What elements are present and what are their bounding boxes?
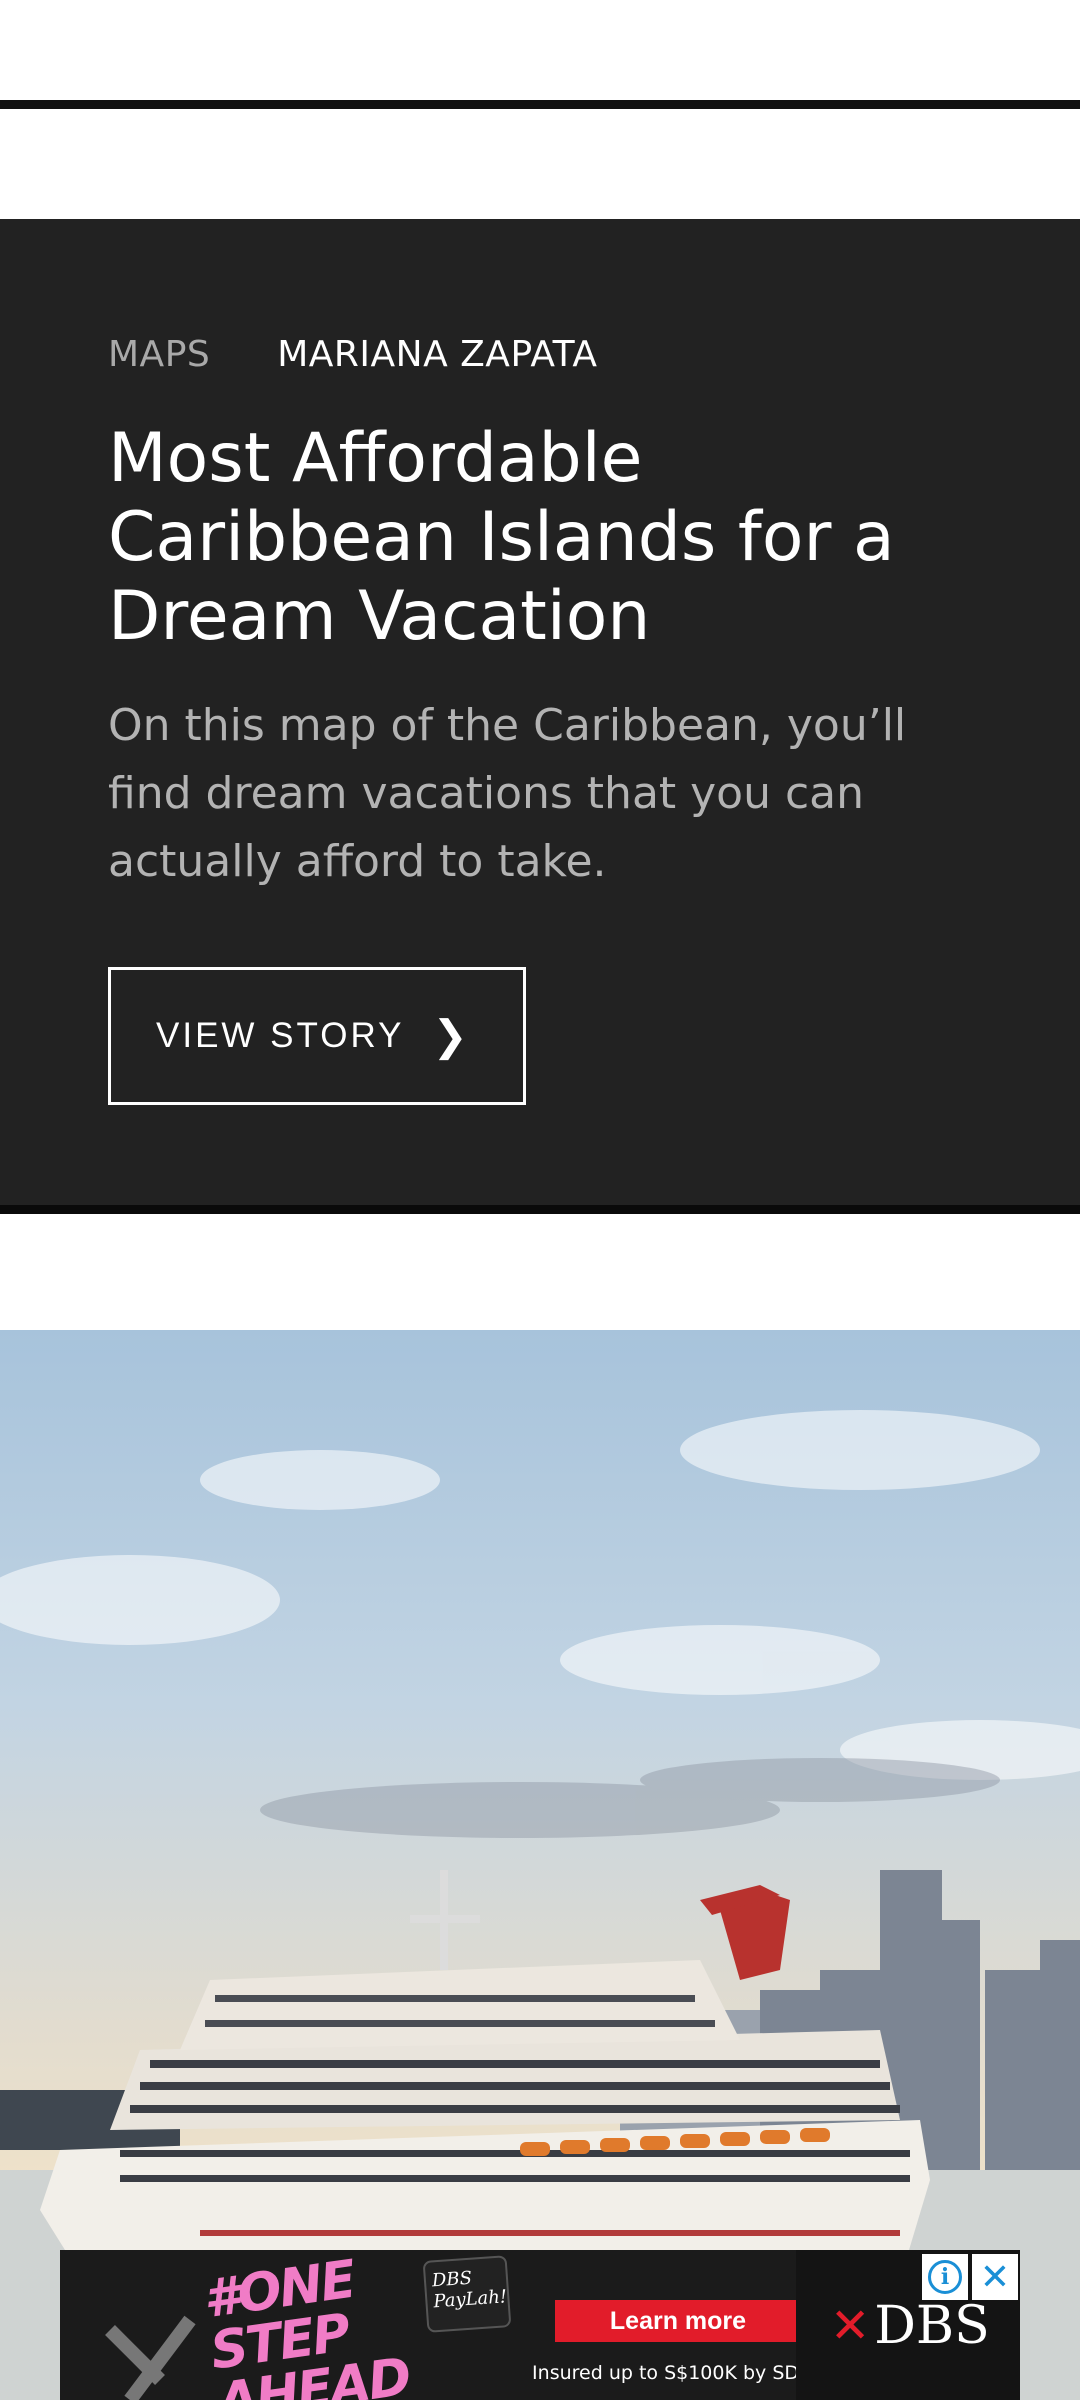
chevron-right-icon: ❯ bbox=[432, 1012, 471, 1059]
ad-slogan: #ONE STEP AHEAD bbox=[199, 2250, 414, 2400]
story-headline[interactable]: Most Affordable Caribbean Islands for a … bbox=[108, 419, 988, 656]
ad-x-graphic bbox=[105, 2315, 196, 2400]
story-dek: On this map of the Caribbean, you’ll fin… bbox=[108, 700, 907, 887]
info-icon[interactable]: i bbox=[922, 2254, 968, 2300]
view-story-label: VIEW STORY bbox=[156, 1016, 405, 1055]
learn-more-button[interactable]: Learn more bbox=[555, 2300, 801, 2342]
top-divider bbox=[0, 100, 1080, 109]
author-link[interactable]: MARIANA ZAPATA bbox=[277, 334, 597, 375]
cruise-ship-illustration bbox=[0, 1410, 1080, 2400]
ad-banner[interactable]: #ONE STEP AHEAD DBS PayLah! Learn more I… bbox=[60, 2250, 1020, 2400]
ad-paylah-tag: DBS PayLah! bbox=[422, 2255, 512, 2333]
ad-brand-logo: ✕ DBS bbox=[830, 2296, 990, 2356]
dbs-x-icon: ✕ bbox=[830, 2298, 871, 2354]
view-story-button[interactable]: VIEW STORY ❯ bbox=[108, 967, 526, 1105]
ad-brand-name: DBS bbox=[874, 2296, 990, 2356]
category-link[interactable]: MAPS bbox=[108, 334, 210, 375]
story-meta: MAPS MARIANA ZAPATA bbox=[108, 334, 598, 375]
ad-disclaimer: Insured up to S$100K by SDIC. bbox=[532, 2362, 824, 2384]
close-icon[interactable]: ✕ bbox=[972, 2254, 1018, 2300]
story-card: MAPS MARIANA ZAPATA Most Affordable Cari… bbox=[0, 219, 1080, 1214]
hero-image-cruise-ship[interactable] bbox=[0, 1330, 1080, 2400]
